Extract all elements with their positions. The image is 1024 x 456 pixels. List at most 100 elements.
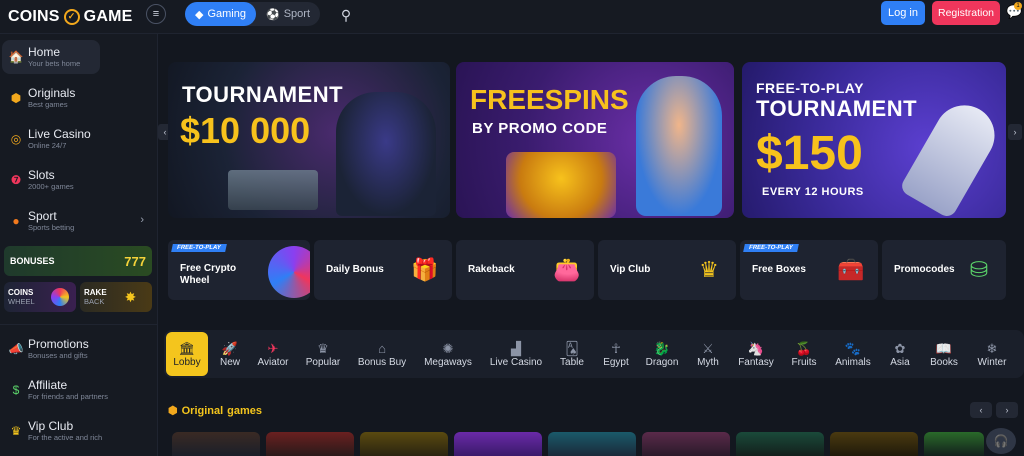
- category-megaways[interactable]: ✺ Megaways: [420, 332, 476, 376]
- sidebar-item-label: Vip Club: [28, 419, 74, 433]
- promo-rakeback[interactable]: Rakeback 👛: [456, 240, 594, 300]
- logo-right-text: GAME: [83, 7, 133, 25]
- sidebar-item-home[interactable]: 🏠 Home Your bets home: [2, 40, 100, 74]
- bonuses-symbols: 777: [124, 253, 146, 269]
- coins-icon: ✸: [124, 288, 137, 305]
- banner-tournament[interactable]: TOURNAMENT $10 000: [168, 62, 450, 218]
- banner-title: TOURNAMENT: [756, 96, 918, 121]
- cube-icon: ⬢: [168, 405, 178, 417]
- banner-amount: $10 000: [180, 110, 311, 151]
- bonus-icon: ⌂: [378, 340, 386, 356]
- sidebar-item-vip-club[interactable]: ♛ Vip Club For the active and rich: [2, 414, 154, 448]
- category-myth[interactable]: ⚔ Myth: [690, 332, 726, 376]
- promo-label: Vip Club: [610, 264, 651, 275]
- category-popular[interactable]: ♛ Popular: [302, 332, 344, 376]
- category-dragon[interactable]: 🐉 Dragon: [642, 332, 682, 376]
- category-label: Table: [560, 356, 584, 368]
- promo-free-crypto-wheel[interactable]: FREE-TO-PLAY Free Crypto Wheel: [168, 240, 310, 300]
- promo-daily-bonus[interactable]: Daily Bonus 🎁: [314, 240, 452, 300]
- menu-icon[interactable]: ≡: [146, 4, 166, 24]
- banner-subtitle: EVERY 12 HOURS: [762, 186, 864, 198]
- roulette-icon: ◎: [10, 132, 22, 146]
- sidebar-item-sub: Bonuses and gifts: [28, 351, 88, 360]
- coins-wheel-card[interactable]: COINS WHEEL: [4, 282, 76, 312]
- category-animals[interactable]: 🐾 Animals: [832, 332, 874, 376]
- search-icon[interactable]: ⚲: [334, 3, 358, 27]
- category-label: Fantasy: [738, 356, 774, 368]
- promo-vip-club[interactable]: Vip Club ♛: [598, 240, 736, 300]
- sidebar-item-sub: For the active and rich: [28, 433, 103, 442]
- category-egypt[interactable]: ☥ Egypt: [598, 332, 634, 376]
- category-label: Books: [930, 356, 958, 368]
- category-fruits[interactable]: 🍒 Fruits: [784, 332, 824, 376]
- lobby-icon: 🏛: [178, 340, 196, 356]
- category-aviator[interactable]: ✈ Aviator: [252, 332, 294, 376]
- game-tile[interactable]: [924, 432, 984, 456]
- animal-icon: 🐾: [844, 340, 862, 356]
- category-asia[interactable]: ✿ Asia: [882, 332, 918, 376]
- section-title-rest: games: [227, 404, 263, 417]
- sidebar-item-slots[interactable]: ❼ Slots 2000+ games: [2, 163, 154, 197]
- category-label: Megaways: [424, 356, 472, 368]
- divider: [0, 324, 158, 325]
- sport-tab[interactable]: ⚽ Sport: [256, 2, 320, 26]
- cash-stack-illustration: [228, 170, 318, 210]
- gamepad-icon: ◆: [195, 8, 204, 21]
- home-icon: 🏠: [8, 50, 24, 64]
- gift-illustration: [506, 152, 616, 218]
- game-tile[interactable]: [360, 432, 448, 456]
- sidebar-item-label: Sport: [28, 209, 57, 223]
- category-fantasy[interactable]: 🦄 Fantasy: [734, 332, 778, 376]
- banner-subtitle: BY PROMO CODE: [472, 120, 608, 137]
- category-books[interactable]: 📖 Books: [924, 332, 964, 376]
- category-winter[interactable]: ❄ Winter: [972, 332, 1012, 376]
- game-tile[interactable]: [454, 432, 542, 456]
- category-label: Asia: [890, 356, 910, 368]
- banner-title: TOURNAMENT: [182, 82, 344, 107]
- banner-amount: $150: [756, 127, 863, 180]
- promo-free-boxes[interactable]: FREE-TO-PLAY Free Boxes 🧰: [740, 240, 878, 300]
- category-bonus-buy[interactable]: ⌂ Bonus Buy: [354, 332, 410, 376]
- game-tile[interactable]: [736, 432, 824, 456]
- sidebar-item-live-casino[interactable]: ◎ Live Casino Online 24/7: [2, 122, 154, 156]
- category-label: New: [219, 356, 240, 368]
- game-tile[interactable]: [830, 432, 918, 456]
- sidebar-item-affiliate[interactable]: $ Affiliate For friends and partners: [2, 373, 154, 407]
- main-content: ‹ › TOURNAMENT $10 000 FREESPINS BY PROM…: [158, 34, 1024, 456]
- registration-button[interactable]: Registration: [932, 1, 1000, 25]
- game-tile[interactable]: [642, 432, 730, 456]
- sidebar-item-sport[interactable]: ● Sport Sports betting ›: [2, 204, 154, 238]
- cherry-icon: 🍒: [795, 340, 813, 356]
- gaming-tab[interactable]: ◆ Gaming: [185, 2, 256, 26]
- carousel-next-button[interactable]: ›: [1008, 124, 1022, 140]
- banner-freespins[interactable]: FREESPINS BY PROMO CODE: [456, 62, 734, 218]
- category-table[interactable]: 🂡 Table: [554, 332, 590, 376]
- ankh-icon: ☥: [611, 340, 621, 356]
- category-live-casino[interactable]: ▟ Live Casino: [486, 332, 546, 376]
- section-title: ⬢ Original games: [168, 404, 263, 418]
- promo-promocodes[interactable]: Promocodes ⛁: [882, 240, 1006, 300]
- category-lobby[interactable]: 🏛 Lobby: [166, 332, 208, 376]
- bonuses-title: BONUSES: [10, 256, 55, 266]
- category-new[interactable]: 🚀 New: [214, 332, 246, 376]
- banner-freetoplay[interactable]: FREE-TO-PLAY TOURNAMENT $150 EVERY 12 HO…: [742, 62, 1006, 218]
- logo[interactable]: COINS ✓ GAME: [8, 8, 132, 26]
- game-tile[interactable]: [548, 432, 636, 456]
- megaphone-icon: 📣: [8, 342, 24, 356]
- sidebar-item-originals[interactable]: ⬢ Originals Best games: [2, 81, 154, 115]
- promo-row: FREE-TO-PLAY Free Crypto Wheel Daily Bon…: [168, 240, 1006, 300]
- game-tile[interactable]: [266, 432, 354, 456]
- game-tile[interactable]: [172, 432, 260, 456]
- sidebar-item-sub: Your bets home: [28, 59, 81, 68]
- unicorn-icon: 🦄: [747, 340, 765, 356]
- login-button[interactable]: Log in: [881, 1, 925, 25]
- sidebar-item-label: Originals: [28, 86, 76, 100]
- headset-icon[interactable]: 🎧: [986, 428, 1016, 454]
- wheel-icon: [268, 246, 310, 298]
- rakeback-card[interactable]: RAKE BACK ✸: [80, 282, 152, 312]
- sidebar-item-promotions[interactable]: 📣 Promotions Bonuses and gifts: [2, 332, 154, 366]
- lotus-icon: ✿: [894, 340, 906, 356]
- bonuses-card[interactable]: BONUSES 777: [4, 246, 152, 276]
- section-prev-button[interactable]: ‹: [970, 402, 992, 418]
- section-next-button[interactable]: ›: [996, 402, 1018, 418]
